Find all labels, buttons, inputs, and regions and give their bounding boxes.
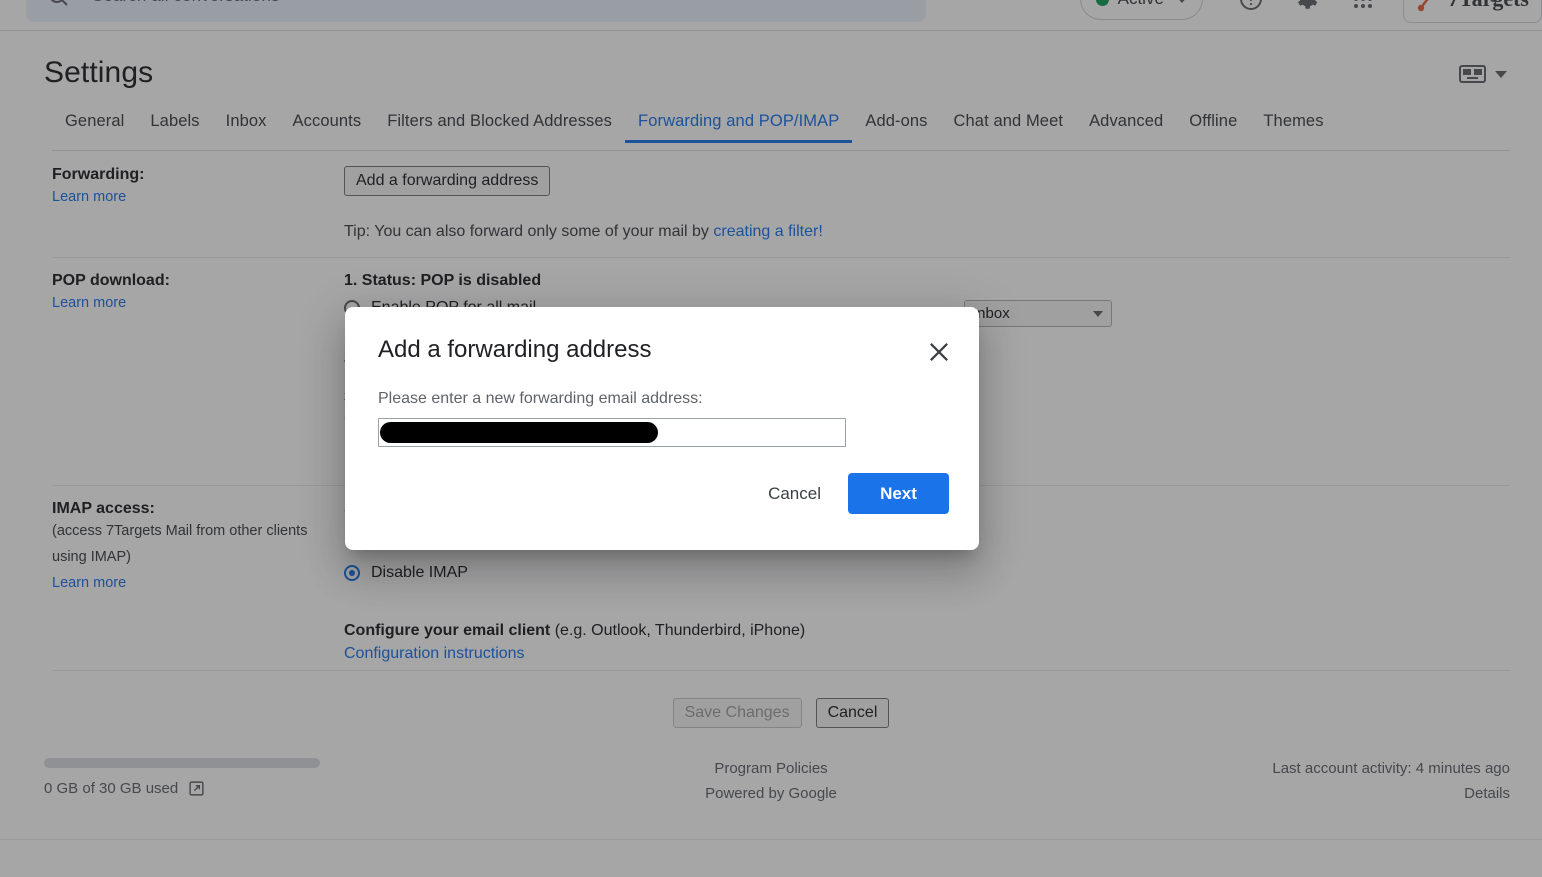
dialog-next-button[interactable]: Next — [848, 473, 949, 514]
forwarding-email-input[interactable] — [378, 418, 846, 447]
dialog-title: Add a forwarding address — [378, 336, 652, 363]
add-forwarding-address-dialog: Add a forwarding address Please enter a … — [345, 307, 979, 550]
dialog-instruction: Please enter a new forwarding email addr… — [378, 390, 703, 407]
close-icon[interactable] — [925, 338, 953, 366]
dialog-cancel-button[interactable]: Cancel — [756, 476, 833, 512]
redaction-bar — [380, 422, 658, 443]
